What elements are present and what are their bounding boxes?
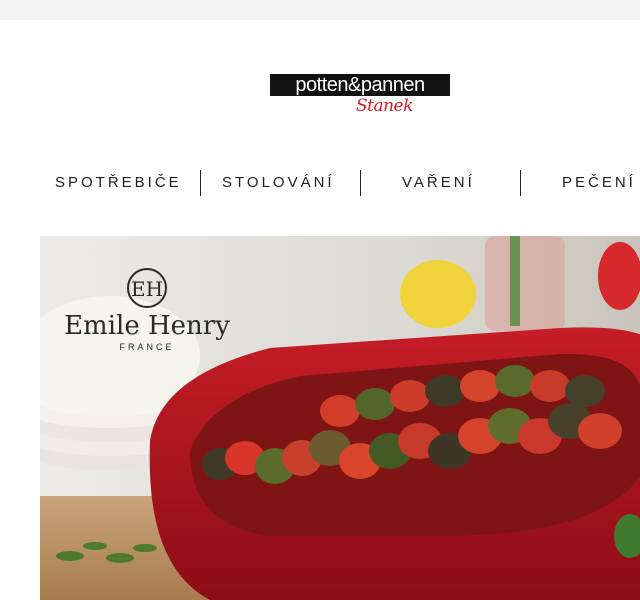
logo-script: Stanek xyxy=(356,96,413,116)
hero-image: EH Emile Henry FRANCE xyxy=(40,236,640,600)
brand-monogram: EH xyxy=(131,277,163,301)
spice-glass xyxy=(485,236,565,331)
site-logo[interactable]: potten&pannen Stanek xyxy=(270,74,450,118)
logo-wordmark: potten&pannen xyxy=(270,74,450,96)
main-navigation: SPOTŘEBIČE STOLOVÁNÍ VAŘENÍ PEČENÍ xyxy=(0,170,640,196)
nav-divider xyxy=(200,170,201,196)
hero-banner[interactable]: EH Emile Henry FRANCE xyxy=(40,236,640,600)
lemon xyxy=(400,260,476,328)
top-utility-bar xyxy=(0,0,640,20)
tomato xyxy=(598,242,640,310)
nav-divider xyxy=(520,170,521,196)
nav-item-vareni[interactable]: VAŘENÍ xyxy=(402,170,475,196)
brand-name: Emile Henry xyxy=(64,311,230,341)
baking-dish xyxy=(149,327,640,600)
brand-country: FRANCE xyxy=(119,342,174,352)
nav-item-peceni[interactable]: PEČENÍ xyxy=(562,170,636,196)
nav-item-stolovani[interactable]: STOLOVÁNÍ xyxy=(222,170,335,196)
nav-item-spotrebice[interactable]: SPOTŘEBIČE xyxy=(55,170,182,196)
nav-divider xyxy=(360,170,361,196)
